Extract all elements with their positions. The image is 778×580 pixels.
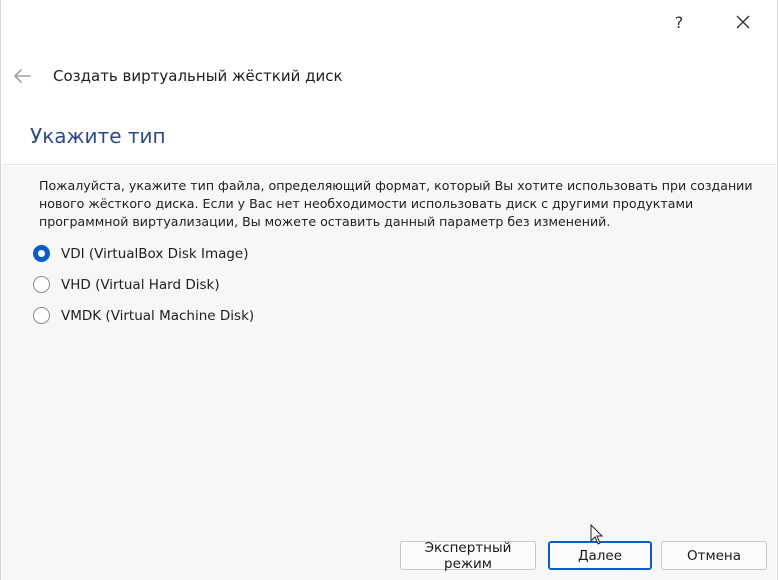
- close-button[interactable]: [729, 8, 757, 36]
- help-button[interactable]: ?: [665, 8, 693, 36]
- wizard-title: Создать виртуальный жёсткий диск: [53, 67, 343, 85]
- page-heading: Укажите тип: [30, 124, 166, 148]
- radio-button-vmdk[interactable]: [33, 307, 50, 324]
- radio-button-vhd[interactable]: [33, 276, 50, 293]
- back-button[interactable]: [9, 64, 35, 88]
- radio-option-vmdk[interactable]: VMDK (Virtual Machine Disk): [33, 307, 254, 324]
- help-icon: ?: [674, 12, 684, 32]
- radio-button-vdi[interactable]: [33, 245, 50, 262]
- radio-option-vhd[interactable]: VHD (Virtual Hard Disk): [33, 276, 220, 293]
- radio-label-vdi: VDI (VirtualBox Disk Image): [61, 245, 249, 262]
- cancel-button[interactable]: Отмена: [661, 541, 767, 570]
- expert-mode-button[interactable]: Экспертный режим: [400, 540, 536, 572]
- radio-label-vhd: VHD (Virtual Hard Disk): [61, 276, 220, 293]
- radio-option-vdi[interactable]: VDI (VirtualBox Disk Image): [33, 245, 249, 262]
- page-description: Пожалуйста, укажите тип файла, определяю…: [39, 178, 753, 229]
- mouse-cursor-icon: [590, 524, 604, 545]
- dialog-window: ? Создать виртуальный жёсткий диск Укажи…: [0, 0, 778, 580]
- back-arrow-icon: [14, 69, 31, 83]
- radio-label-vmdk: VMDK (Virtual Machine Disk): [61, 307, 255, 324]
- close-icon: [736, 15, 750, 29]
